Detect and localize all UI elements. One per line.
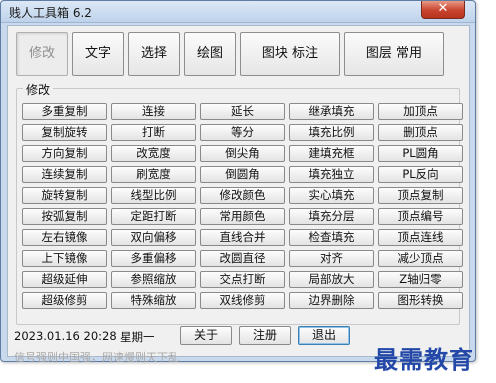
function-button[interactable]: 对齐 <box>289 250 374 267</box>
status-slogan: 信号强则中国强，网速慢则天下乱 <box>14 351 179 364</box>
function-button[interactable]: 旋转复制 <box>22 187 107 204</box>
function-button[interactable]: 继承填充 <box>289 103 374 120</box>
function-button[interactable]: 打断 <box>111 124 196 141</box>
function-button[interactable]: 顶点复制 <box>378 187 463 204</box>
function-button[interactable]: 减少顶点 <box>378 250 463 267</box>
tab-block-dimension[interactable]: 图块 标注 <box>240 32 340 76</box>
function-button[interactable]: 顶点连线 <box>378 229 463 246</box>
weekday-display: 星期一 <box>120 330 155 344</box>
tab-select[interactable]: 选择 <box>128 32 180 76</box>
function-button[interactable]: 超级延伸 <box>22 271 107 288</box>
function-button[interactable]: 复制旋转 <box>22 124 107 141</box>
function-button[interactable]: 按弧复制 <box>22 208 107 225</box>
tab-text[interactable]: 文字 <box>72 32 124 76</box>
function-button[interactable]: 延长 <box>200 103 285 120</box>
function-button[interactable]: 删顶点 <box>378 124 463 141</box>
function-button[interactable]: 图形转换 <box>378 292 463 309</box>
function-button[interactable]: 直线合并 <box>200 229 285 246</box>
function-button[interactable]: PL圆角 <box>378 145 463 162</box>
function-button[interactable]: 填充分层 <box>289 208 374 225</box>
function-button[interactable]: 定距打断 <box>111 208 196 225</box>
function-button[interactable]: 改宽度 <box>111 145 196 162</box>
function-button[interactable]: 上下镜像 <box>22 250 107 267</box>
tab-layer-common[interactable]: 图层 常用 <box>344 32 444 76</box>
app-window: 贱人工具箱 6.2 ✕ 修改 文字 选择 绘图 图块 标注 图层 常用 修改 多… <box>0 0 476 364</box>
tab-draw[interactable]: 绘图 <box>184 32 236 76</box>
function-button[interactable]: 填充比例 <box>289 124 374 141</box>
close-button[interactable]: ✕ <box>421 1 465 19</box>
function-button[interactable]: 加顶点 <box>378 103 463 120</box>
datetime-display: 2023.01.16 20:28 <box>14 329 117 343</box>
function-button[interactable]: 倒尖角 <box>200 145 285 162</box>
function-button[interactable]: 边界删除 <box>289 292 374 309</box>
function-button[interactable]: 超级修剪 <box>22 292 107 309</box>
client-area: 修改 文字 选择 绘图 图块 标注 图层 常用 修改 多重复制 连接 延长 继承填充加… <box>7 25 470 364</box>
group-title: 修改 <box>23 81 54 98</box>
exit-button[interactable]: 退出 <box>298 326 350 345</box>
function-button[interactable]: 参照缩放 <box>111 271 196 288</box>
function-button[interactable]: 检查填充 <box>289 229 374 246</box>
function-button[interactable]: 建填充框 <box>289 145 374 162</box>
tab-modify[interactable]: 修改 <box>16 32 68 76</box>
function-button[interactable]: 连续复制 <box>22 166 107 183</box>
function-button[interactable]: Z轴归零 <box>378 271 463 288</box>
function-button[interactable]: 连接 <box>111 103 196 120</box>
function-button[interactable]: 等分 <box>200 124 285 141</box>
function-button[interactable]: 刷宽度 <box>111 166 196 183</box>
about-button[interactable]: 关于 <box>180 326 232 345</box>
function-button[interactable]: 双向偏移 <box>111 229 196 246</box>
function-button[interactable]: 顶点编号 <box>378 208 463 225</box>
function-button[interactable]: 方向复制 <box>22 145 107 162</box>
function-button[interactable]: 常用颜色 <box>200 208 285 225</box>
function-button[interactable]: 特殊缩放 <box>111 292 196 309</box>
function-button[interactable]: 实心填充 <box>289 187 374 204</box>
function-button[interactable]: 修改颜色 <box>200 187 285 204</box>
function-button[interactable]: 改圆直径 <box>200 250 285 267</box>
function-button-grid: 多重复制 连接 延长 继承填充 加顶点复制旋转 打断 等分 填充比例 删顶点方向复制 改宽度 倒尖角… <box>22 103 463 309</box>
function-button[interactable]: PL反向 <box>378 166 463 183</box>
function-button[interactable]: 左右镜像 <box>22 229 107 246</box>
function-button[interactable]: 交点打断 <box>200 271 285 288</box>
function-button[interactable]: 填充独立 <box>289 166 374 183</box>
function-button[interactable]: 倒圆角 <box>200 166 285 183</box>
title-bar[interactable]: 贱人工具箱 6.2 ✕ <box>1 1 475 23</box>
watermark-logo: 最需教育 <box>374 345 474 374</box>
function-button[interactable]: 多重偏移 <box>111 250 196 267</box>
register-button[interactable]: 注册 <box>239 326 291 345</box>
window-title: 贱人工具箱 6.2 <box>9 6 92 20</box>
function-button[interactable]: 局部放大 <box>289 271 374 288</box>
function-button[interactable]: 双线修剪 <box>200 292 285 309</box>
function-button[interactable]: 线型比例 <box>111 187 196 204</box>
function-button[interactable]: 多重复制 <box>22 103 107 120</box>
